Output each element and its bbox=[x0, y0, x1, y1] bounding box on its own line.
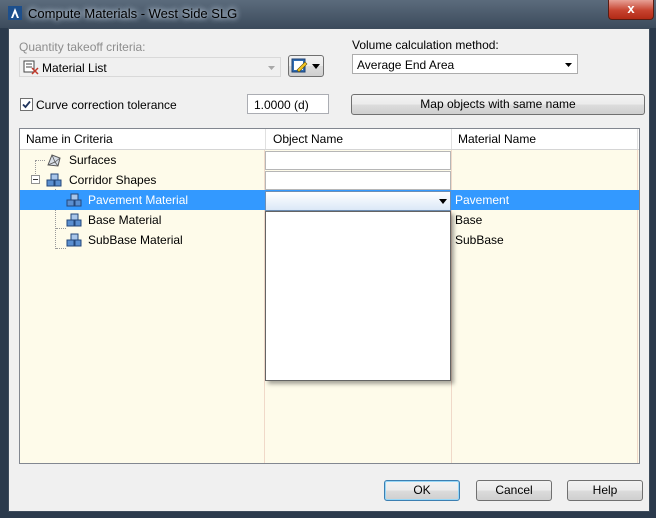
material-list-icon bbox=[23, 60, 39, 75]
chevron-down-icon bbox=[268, 66, 275, 70]
corridor-shapes-icon bbox=[46, 173, 62, 187]
help-button[interactable]: Help bbox=[567, 480, 643, 501]
criteria-edit-button[interactable] bbox=[288, 55, 324, 77]
volume-value: Average End Area bbox=[357, 58, 455, 72]
object-name-combo[interactable] bbox=[265, 191, 451, 211]
edit-criteria-icon bbox=[291, 58, 308, 73]
tree-item-label: Surfaces bbox=[69, 153, 117, 167]
material-name-cell[interactable]: Pavement bbox=[455, 193, 509, 207]
material-shape-icon bbox=[66, 233, 82, 247]
criteria-value: Material List bbox=[42, 61, 107, 75]
object-name-cell-corridor[interactable] bbox=[265, 171, 451, 190]
material-shape-icon bbox=[66, 213, 82, 227]
grid-header: Name in Criteria Object Name Material Na… bbox=[20, 129, 639, 150]
tolerance-input[interactable]: 1.0000 (d) bbox=[247, 94, 329, 114]
collapse-icon[interactable] bbox=[31, 175, 40, 184]
app-icon bbox=[8, 6, 22, 20]
criteria-label: Quantity takeoff criteria: bbox=[19, 40, 146, 54]
chevron-down-icon bbox=[565, 63, 572, 67]
materials-grid: Name in Criteria Object Name Material Na… bbox=[19, 128, 640, 464]
volume-select[interactable]: Average End Area bbox=[352, 54, 578, 74]
criteria-select[interactable]: Material List bbox=[19, 57, 281, 77]
tree-item-label: Corridor Shapes bbox=[69, 173, 157, 187]
chevron-down-icon bbox=[439, 199, 447, 204]
tree-item-label: Pavement Material bbox=[88, 193, 189, 207]
object-name-cell-surfaces[interactable] bbox=[265, 151, 451, 170]
close-icon: x bbox=[627, 1, 635, 16]
tolerance-value: 1.0000 (d) bbox=[254, 98, 309, 112]
tree-item-label: Base Material bbox=[88, 213, 162, 227]
material-shape-icon bbox=[66, 193, 82, 207]
curve-correction-label: Curve correction tolerance bbox=[36, 98, 177, 112]
column-header-material[interactable]: Material Name bbox=[458, 132, 536, 146]
material-name-cell[interactable]: SubBase bbox=[455, 233, 504, 247]
column-header-name[interactable]: Name in Criteria bbox=[26, 132, 113, 146]
checkmark-icon bbox=[22, 100, 31, 109]
surface-icon bbox=[47, 154, 61, 167]
tree-item-label: SubBase Material bbox=[88, 233, 183, 247]
column-header-object[interactable]: Object Name bbox=[273, 132, 343, 146]
cancel-button[interactable]: Cancel bbox=[476, 480, 552, 501]
map-objects-button[interactable]: Map objects with same name bbox=[351, 94, 645, 115]
material-name-cell[interactable]: Base bbox=[455, 213, 482, 227]
ok-button[interactable]: OK bbox=[384, 480, 460, 501]
window-title: Compute Materials - West Side SLG bbox=[28, 6, 238, 21]
volume-label: Volume calculation method: bbox=[352, 38, 499, 52]
object-name-dropdown-list[interactable] bbox=[265, 211, 451, 381]
chevron-down-icon bbox=[312, 64, 320, 69]
dialog-client: Quantity takeoff criteria: Material List… bbox=[8, 28, 650, 512]
title-bar[interactable]: Compute Materials - West Side SLG x bbox=[0, 0, 656, 28]
curve-correction-checkbox[interactable] bbox=[20, 98, 33, 111]
dialog-window: Compute Materials - West Side SLG x Quan… bbox=[0, 0, 656, 518]
close-button[interactable]: x bbox=[608, 0, 654, 20]
